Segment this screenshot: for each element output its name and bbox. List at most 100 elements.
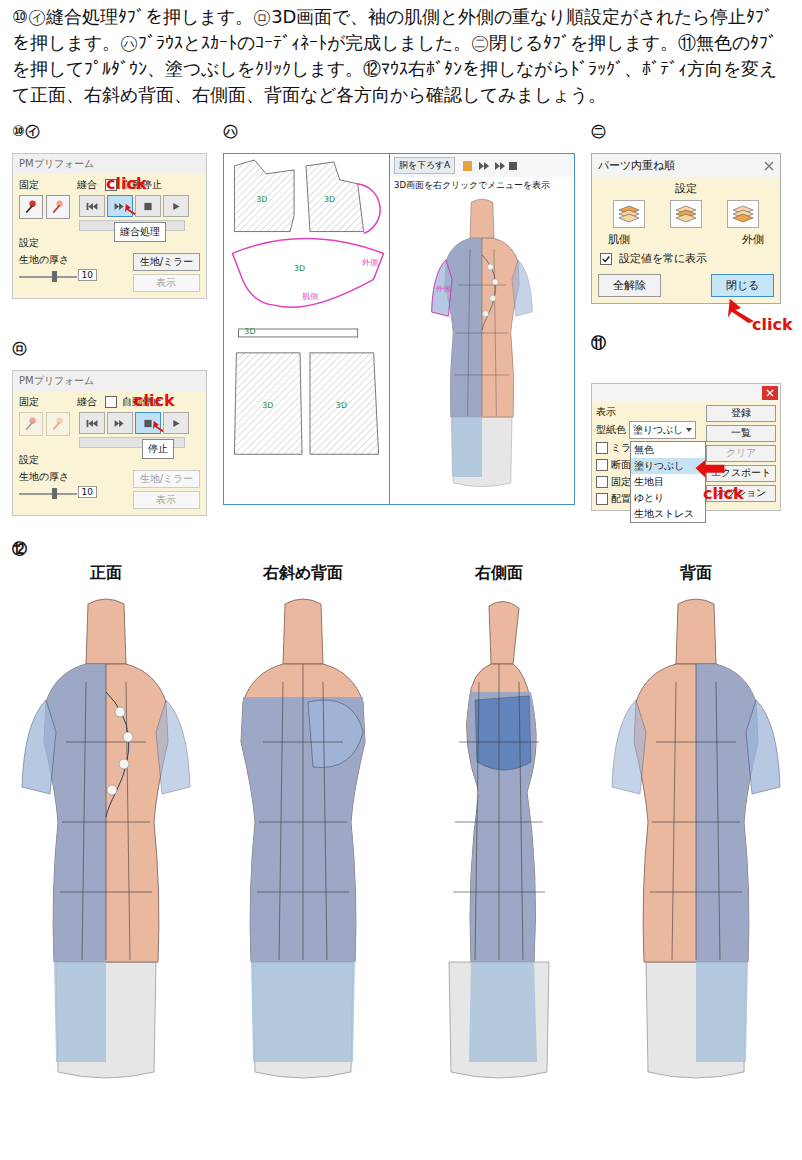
fix-button[interactable] (19, 195, 43, 219)
play-button[interactable] (163, 195, 189, 217)
sleeve (512, 260, 532, 316)
torso (445, 239, 519, 418)
mannequin-figure[interactable]: 外側 (428, 195, 536, 495)
panel-button[interactable]: 一覧 (706, 425, 776, 442)
always-show[interactable]: 設定値を常に表示 (600, 251, 772, 266)
dropdown-option[interactable]: 無色 (631, 442, 705, 458)
layer-dialog: パーツ内重ね順 設定 肌側外側 設定値を常に表示 全解除 閉じる click (591, 153, 781, 304)
slider-knob[interactable] (52, 271, 57, 282)
checkbox[interactable] (596, 476, 608, 488)
mannequin-figure[interactable] (409, 592, 589, 1092)
checkbox[interactable] (596, 459, 608, 471)
checkbox[interactable] (596, 442, 608, 454)
unfix-button[interactable] (46, 412, 70, 436)
thickness-value[interactable]: 10 (78, 269, 97, 281)
panel-button[interactable]: クリア (706, 445, 776, 462)
piece-label: 3D (336, 401, 347, 410)
dropdown-option[interactable]: 生地ストレス (631, 506, 705, 522)
dress (445, 239, 482, 418)
stop-button[interactable]: click 停止 (135, 412, 161, 434)
section-label: 設定 (600, 181, 772, 196)
checkbox[interactable] (600, 253, 612, 265)
panel-body: 固定 縫合 自動停止 click 停止 設定 生地の厚さ 10 生地/ミラー表示 (13, 391, 206, 515)
flared-sleeve[interactable] (232, 239, 383, 308)
fixed-label: 固定 (19, 178, 69, 192)
checkbox[interactable] (596, 493, 608, 505)
dialog-button[interactable]: 閉じる click (711, 274, 774, 297)
checkbox[interactable] (105, 396, 117, 408)
skirt-back[interactable] (234, 353, 302, 454)
click-annotation: click (752, 315, 793, 334)
mannequin-figure[interactable] (606, 592, 786, 1092)
fix-button[interactable] (19, 412, 43, 436)
panel-body: 固定 縫合 自動停止 click 縫合処理 設定 生地の厚さ 10 生地/ミラー… (13, 174, 206, 298)
bodice-back[interactable] (234, 160, 294, 232)
thickness-value[interactable]: 10 (78, 486, 97, 498)
layer-button[interactable] (670, 200, 702, 228)
panel-button[interactable]: 登録 (706, 405, 776, 422)
color-label: 型紙色 (596, 423, 626, 437)
torso (44, 664, 168, 962)
step-label: ⑪ (591, 334, 781, 353)
play-button[interactable] (163, 412, 189, 434)
step-label: ㋩ (223, 122, 575, 141)
page: ⑩㋑縫合処理ﾀﾌﾞを押します。㋺3D画面で、袖の肌側と外側の重なり順設定がされた… (0, 0, 802, 1160)
right-column: ㊁ パーツ内重ね順 設定 肌側外側 設定値を常に表示 全解除 閉じる click… (591, 122, 781, 516)
color-dropdown[interactable]: 塗りつぶし (629, 421, 696, 439)
setting-button[interactable]: 生地/ミラー (133, 470, 200, 488)
skirt (251, 962, 355, 1062)
tool-row: click 停止 (19, 412, 200, 448)
tooltip: 停止 (142, 439, 174, 459)
settings-row: 生地の厚さ 10 生地/ミラー表示 (19, 470, 200, 509)
sleeve (308, 700, 363, 768)
bodice-front[interactable] (306, 162, 364, 232)
click-annotation: click (134, 391, 175, 410)
mesh-lines (650, 664, 742, 960)
dropdown-option[interactable]: 塗りつぶし click (631, 458, 705, 474)
view-title: 背面 (680, 563, 712, 584)
pattern-view: 3D3D3D外側肌側3D3D3D (224, 154, 390, 504)
red-arrow-icon (693, 460, 727, 484)
3d-figure[interactable]: 外側 (390, 195, 574, 504)
toolbar-icons[interactable] (461, 159, 521, 173)
sleeve (475, 696, 531, 770)
thickness-slider[interactable]: 10 (19, 486, 97, 502)
instructions: ⑩㋑縫合処理ﾀﾌﾞを押します。㋺3D画面で、袖の肌側と外側の重なり順設定がされた… (12, 4, 790, 108)
pin-remove-icon (50, 199, 66, 215)
setting-buttons: 生地/ミラー表示 (133, 470, 200, 509)
setting-button[interactable]: 生地/ミラー (133, 253, 200, 271)
mannequin-figure[interactable] (213, 592, 393, 1092)
step-label: ⑩㋑ (12, 122, 207, 141)
toolbar: 胴を下ろすA (390, 154, 574, 177)
close-icon[interactable] (762, 386, 778, 400)
pattern-canvas[interactable]: 3D3D3D外側肌側3D3D3D (224, 154, 389, 502)
dropdown-option[interactable]: ゆとり (631, 490, 705, 506)
unfix-button[interactable] (46, 195, 70, 219)
sew-button[interactable] (107, 412, 133, 434)
layer-button[interactable] (613, 200, 645, 228)
stop-icon (139, 200, 157, 213)
close-icon[interactable] (764, 161, 774, 171)
skirt (696, 962, 748, 1062)
rewind-icon (83, 417, 101, 430)
body-select[interactable]: 胴を下ろすA (394, 157, 455, 174)
view-tag: 外側 (436, 285, 450, 293)
dialog-button[interactable]: 全解除 (598, 274, 661, 297)
rewind-button[interactable] (79, 195, 105, 217)
setting-button[interactable]: 表示 (133, 491, 200, 509)
stop-button[interactable] (135, 195, 161, 217)
mannequin-figure[interactable] (16, 592, 196, 1092)
sew-button[interactable]: click 縫合処理 (107, 195, 133, 217)
setting-button[interactable]: 表示 (133, 274, 200, 292)
rewind-button[interactable] (79, 412, 105, 434)
step-label: ㋺ (12, 339, 207, 358)
skirt-front[interactable] (310, 353, 379, 454)
slider-knob[interactable] (52, 488, 57, 499)
waistband[interactable] (238, 329, 357, 337)
dropdown-option[interactable]: 生地目 (631, 474, 705, 490)
layer-button[interactable] (727, 200, 759, 228)
thickness-slider[interactable]: 10 (19, 269, 97, 285)
sew-controls: click 停止 (79, 412, 189, 448)
thickness-label: 生地の厚さ (19, 253, 97, 267)
play-icon (167, 417, 185, 430)
